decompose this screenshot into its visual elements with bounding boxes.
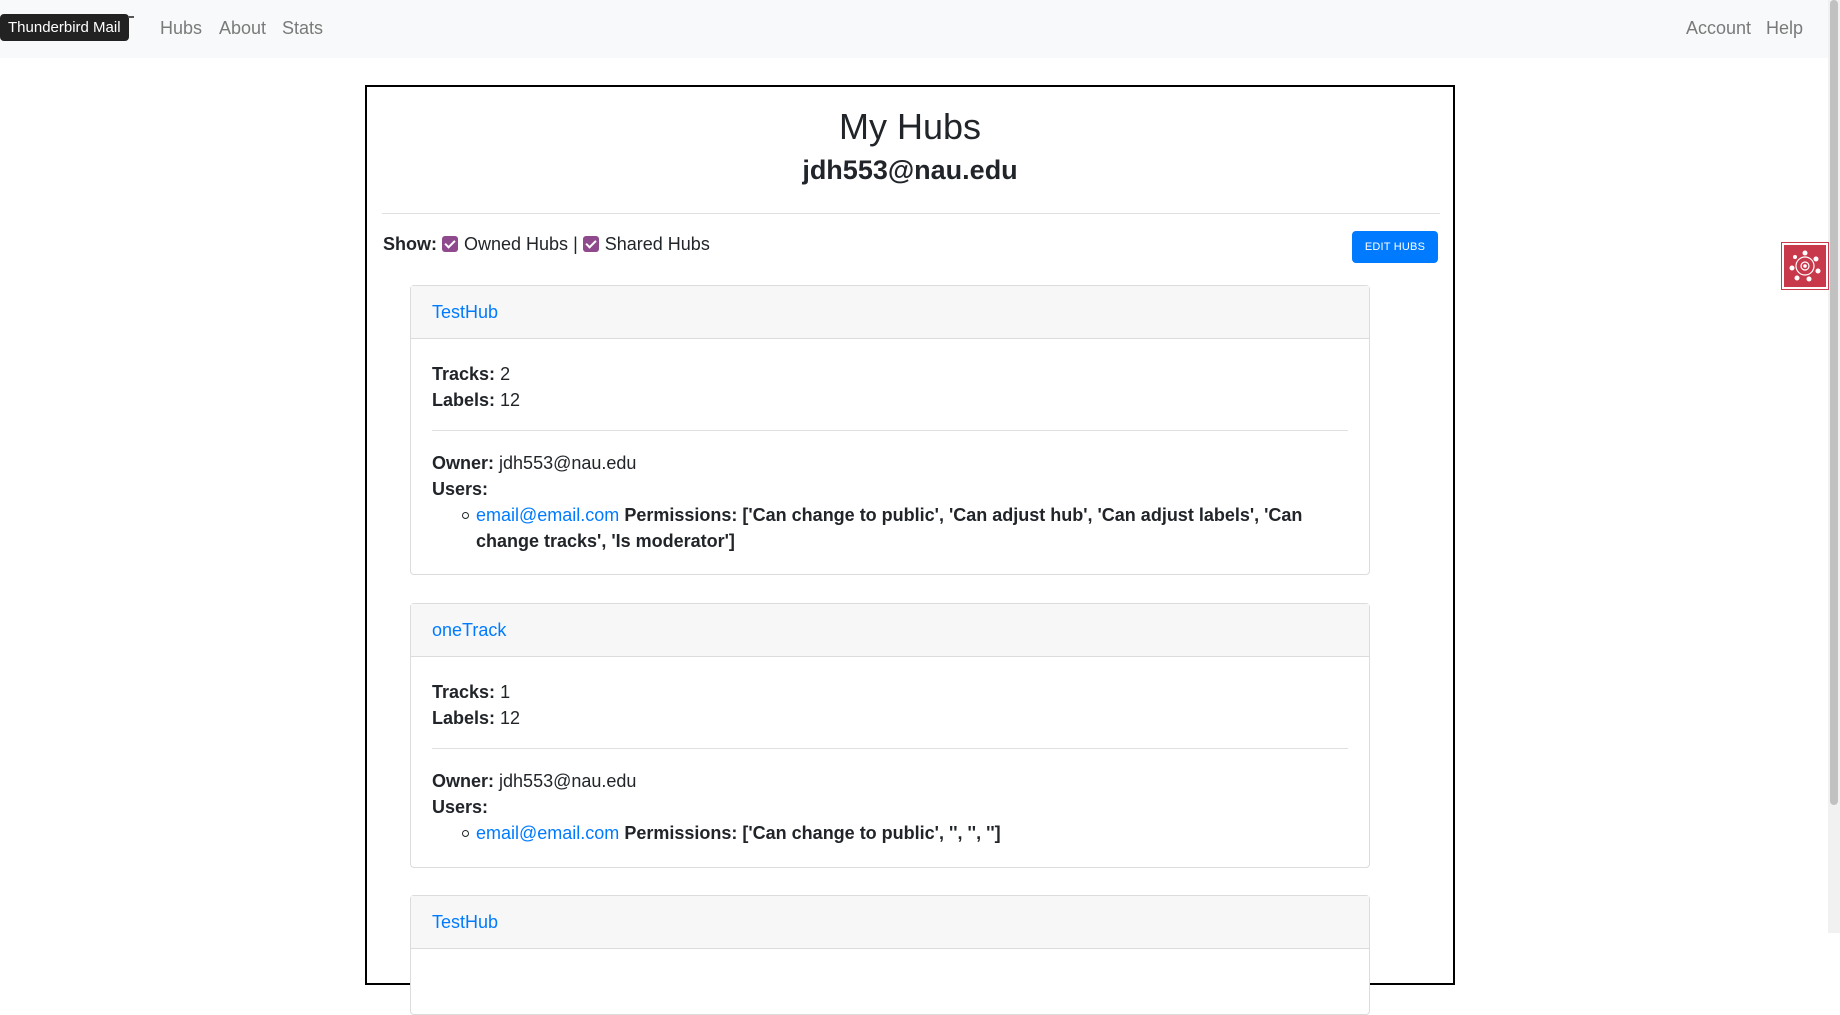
owner-label: Owner: — [432, 771, 495, 791]
user-email-link[interactable]: email@email.com — [476, 823, 619, 843]
nav-stats[interactable]: Stats — [282, 18, 323, 39]
tracks-value: 2 — [500, 364, 511, 384]
nav-hubs[interactable]: Hubs — [160, 18, 202, 39]
brand-fragment — [128, 16, 134, 22]
card-divider — [432, 430, 1348, 431]
users-list: email@email.com Permissions: ['Can chang… — [432, 502, 1348, 554]
hub-card-body: Tracks: 1 Labels: 12 Owner: jdh553@nau.e… — [411, 657, 1369, 846]
scrollbar-thumb[interactable] — [1830, 0, 1838, 805]
users-line: Users: — [432, 794, 1348, 820]
hubs-panel: My Hubs jdh553@nau.edu Show: Owned Hubs … — [365, 85, 1455, 1015]
hub-card: oneTrack Tracks: 1 Labels: 12 Owner: jdh… — [410, 603, 1370, 868]
floating-widget-button[interactable] — [1781, 242, 1829, 290]
labels-label: Labels: — [432, 708, 496, 728]
labels-value: 12 — [500, 390, 521, 410]
hub-card: TestHub — [410, 895, 1370, 1015]
owned-hubs-label: Owned Hubs — [464, 234, 569, 254]
tracks-label: Tracks: — [432, 682, 496, 702]
tracks-line: Tracks: 2 — [432, 361, 1348, 387]
hub-filter-row: Show: Owned Hubs | Shared Hubs — [383, 233, 710, 255]
user-email-link[interactable]: email@email.com — [476, 505, 619, 525]
hub-card-header: oneTrack — [411, 604, 1369, 657]
network-icon — [1789, 250, 1821, 282]
tracks-label: Tracks: — [432, 364, 496, 384]
labels-value: 12 — [500, 708, 521, 728]
tracks-value: 1 — [500, 682, 511, 702]
users-label: Users: — [432, 797, 489, 817]
hub-name-link[interactable]: TestHub — [432, 302, 498, 323]
user-list-item: email@email.com Permissions: ['Can chang… — [462, 502, 1348, 554]
shared-hubs-label: Shared Hubs — [604, 234, 710, 254]
hub-card: TestHub Tracks: 2 Labels: 12 Owner: jdh5… — [410, 285, 1370, 575]
users-list: email@email.com Permissions: ['Can chang… — [432, 820, 1348, 846]
nav-account[interactable]: Account — [1686, 18, 1751, 39]
nav-about[interactable]: About — [219, 18, 266, 39]
hub-name-link[interactable]: oneTrack — [432, 620, 506, 641]
page-title: My Hubs — [838, 106, 982, 147]
labels-line: Labels: 12 — [432, 387, 1348, 413]
filter-separator: | — [573, 234, 578, 254]
show-label: Show: — [383, 234, 437, 254]
owner-value: jdh553@nau.edu — [499, 771, 637, 791]
hub-card-body: Tracks: 2 Labels: 12 Owner: jdh553@nau.e… — [411, 339, 1369, 554]
page-scrollbar[interactable] — [1828, 0, 1840, 933]
nav-help[interactable]: Help — [1766, 18, 1803, 39]
owner-line: Owner: jdh553@nau.edu — [432, 450, 1348, 476]
permissions-label: Permissions: — [624, 505, 738, 525]
user-email-heading: jdh553@nau.edu — [802, 155, 1018, 185]
hub-name-link[interactable]: TestHub — [432, 912, 498, 933]
labels-line: Labels: 12 — [432, 705, 1348, 731]
users-line: Users: — [432, 476, 1348, 502]
divider — [382, 213, 1440, 214]
labels-label: Labels: — [432, 390, 496, 410]
shared-hubs-checkbox[interactable] — [582, 236, 599, 252]
users-label: Users: — [432, 479, 489, 499]
tracks-line: Tracks: 1 — [432, 679, 1348, 705]
owner-label: Owner: — [432, 453, 495, 473]
top-navbar: Thunderbird Mail Hubs About Stats Accoun… — [0, 0, 1828, 58]
permissions-label: Permissions: — [624, 823, 738, 843]
edit-hubs-button[interactable]: EDIT HUBS — [1352, 231, 1438, 263]
user-list-item: email@email.com Permissions: ['Can chang… — [462, 820, 1348, 846]
permissions-value: ['Can change to public', '', '', ''] — [742, 823, 1001, 843]
hub-card-header: TestHub — [411, 896, 1369, 949]
owned-hubs-checkbox[interactable] — [442, 236, 458, 252]
owner-value: jdh553@nau.edu — [499, 453, 637, 473]
tooltip: Thunderbird Mail — [0, 14, 129, 41]
card-divider — [432, 748, 1348, 749]
owner-line: Owner: jdh553@nau.edu — [432, 768, 1348, 794]
hub-card-header: TestHub — [411, 286, 1369, 339]
